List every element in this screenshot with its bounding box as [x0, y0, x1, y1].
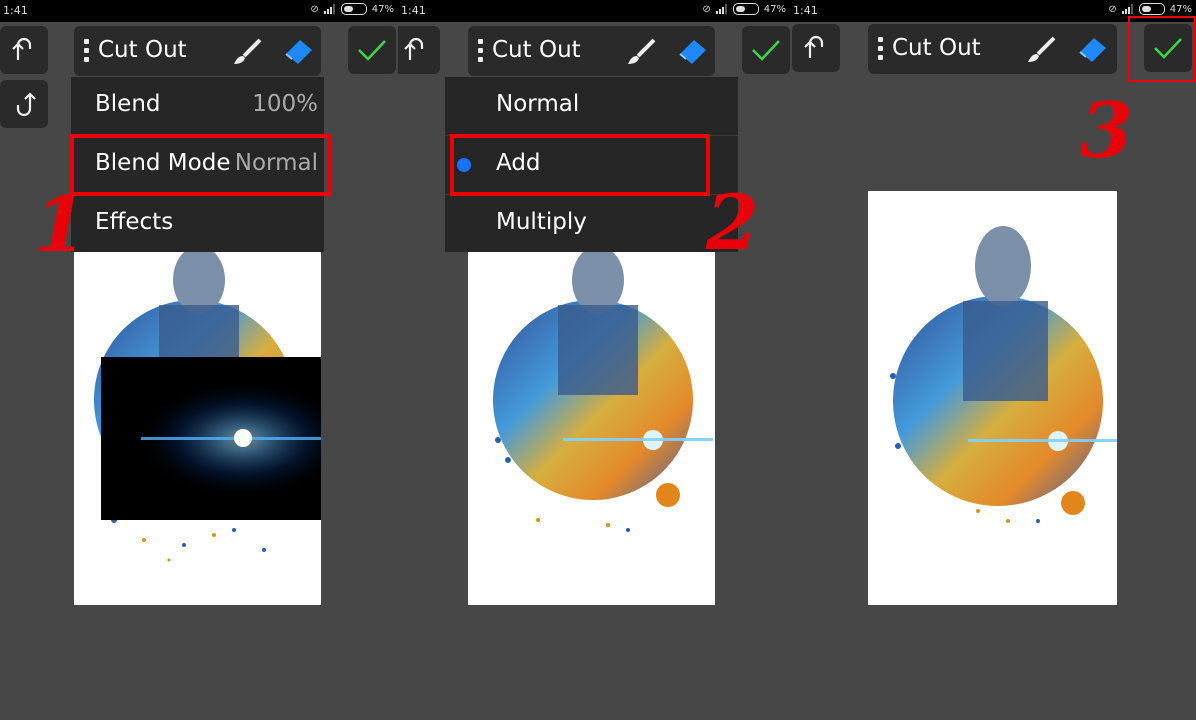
battery-icon [1138, 3, 1165, 15]
menu-option-multiply[interactable]: Multiply [445, 195, 738, 253]
status-bar: 1:41 ⊘ 47% [0, 0, 398, 22]
effects-label: Effects [95, 209, 174, 235]
lens-flare [101, 357, 321, 520]
status-time: 1:41 [401, 4, 426, 17]
undo-button[interactable] [792, 24, 840, 72]
undo-icon [404, 37, 424, 60]
undo-button[interactable] [398, 26, 440, 74]
toolbar-title: Cut Out [98, 37, 187, 63]
confirm-button[interactable] [742, 26, 790, 74]
toolbar-title: Cut Out [892, 35, 981, 61]
undo-button[interactable] [0, 26, 48, 74]
eraser-icon[interactable] [282, 38, 314, 66]
signal-icon [1121, 4, 1134, 14]
menu-dots-icon[interactable] [478, 39, 483, 63]
menu-dots-icon[interactable] [878, 37, 883, 61]
step-number-3: 3 [1080, 86, 1133, 175]
panel-step-3: 1:41 ⊘ 47% Cut Out 3 [790, 0, 1196, 720]
signal-icon [323, 4, 336, 14]
brush-icon[interactable] [232, 38, 264, 66]
eraser-icon[interactable] [1076, 36, 1108, 64]
redo-icon [16, 92, 36, 117]
flare-overlay-image[interactable] [101, 357, 321, 520]
highlight-add-option [450, 134, 710, 196]
option-multiply-label: Multiply [496, 209, 587, 235]
cutout-toolbar: Cut Out [468, 26, 715, 76]
menu-item-blend[interactable]: Blend 100% [71, 77, 324, 135]
battery-percent: 47% [763, 3, 786, 15]
menu-option-normal[interactable]: Normal [445, 77, 738, 135]
checkmark-icon [752, 40, 780, 61]
undo-icon [804, 35, 824, 58]
panel-step-1: 1:41 ⊘ 47% Cut Out Blend 100% Blend Mode… [0, 0, 398, 720]
status-time: 1:41 [3, 4, 28, 17]
eraser-icon[interactable] [676, 38, 708, 66]
cutout-toolbar: Cut Out [868, 24, 1117, 74]
cutout-toolbar: Cut Out [74, 26, 321, 76]
status-time: 1:41 [793, 4, 818, 17]
brush-icon[interactable] [626, 38, 658, 66]
option-normal-label: Normal [496, 91, 580, 117]
artwork-image [493, 250, 713, 532]
alarm-off-icon: ⊘ [702, 3, 711, 15]
blend-label: Blend [95, 91, 161, 117]
status-bar: 1:41 ⊘ 47% [398, 0, 790, 22]
image-canvas[interactable] [468, 250, 715, 605]
alarm-off-icon: ⊘ [310, 3, 319, 15]
confirm-button[interactable] [348, 26, 396, 74]
artwork-image [890, 226, 1117, 523]
battery-icon [732, 3, 759, 15]
redo-button[interactable] [0, 80, 48, 128]
toolbar-title: Cut Out [492, 37, 581, 63]
image-canvas[interactable] [74, 250, 321, 605]
battery-icon [340, 3, 367, 15]
menu-dots-icon[interactable] [84, 39, 89, 63]
step-number-1: 1 [34, 180, 87, 269]
battery-percent: 47% [371, 3, 394, 15]
step-number-2: 2 [706, 178, 759, 267]
menu-item-effects[interactable]: Effects [71, 195, 324, 253]
image-canvas[interactable] [868, 191, 1117, 605]
highlight-confirm-button [1128, 16, 1196, 82]
checkmark-icon [358, 40, 386, 61]
signal-icon [715, 4, 728, 14]
highlight-blend-mode [70, 134, 332, 196]
undo-icon [12, 37, 32, 60]
blend-value: 100% [252, 91, 318, 117]
brush-icon[interactable] [1026, 36, 1058, 64]
panel-step-2: 1:41 ⊘ 47% Cut Out Normal Add Multiply 2 [398, 0, 790, 720]
battery-percent: 47% [1169, 3, 1192, 15]
alarm-off-icon: ⊘ [1108, 3, 1117, 15]
